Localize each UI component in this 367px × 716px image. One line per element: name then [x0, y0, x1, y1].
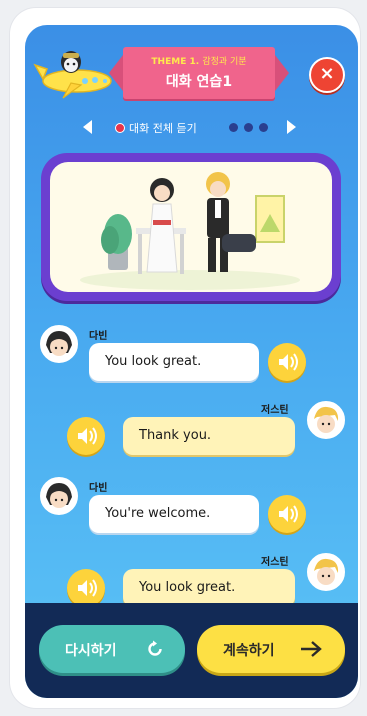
- boy-avatar-icon: [309, 555, 343, 589]
- avatar-dabin: [40, 477, 78, 515]
- sound-button[interactable]: [268, 495, 306, 533]
- chat-bubble: Thank you.: [123, 417, 295, 455]
- arrow-left-icon[interactable]: [83, 120, 92, 134]
- speaker-icon: [78, 579, 97, 597]
- page-dot: [229, 123, 238, 132]
- retry-icon: [148, 640, 162, 656]
- listen-all-label[interactable]: 대화 전체 듣기: [129, 120, 197, 136]
- retry-button[interactable]: 다시하기: [39, 625, 185, 673]
- continue-button[interactable]: 계속하기: [197, 625, 345, 673]
- avatar-justin: [307, 401, 345, 439]
- scene-illustration: [50, 162, 332, 292]
- close-button[interactable]: ×: [309, 57, 345, 93]
- chat-bubble: You're welcome.: [89, 495, 259, 533]
- chat-bubble: You look great.: [123, 569, 295, 607]
- continue-label: 계속하기: [223, 643, 275, 659]
- page-title: 대화 연습1: [165, 74, 233, 90]
- chat-text: Thank you.: [139, 428, 212, 443]
- theme-subtitle: 감정과 기분: [202, 57, 247, 67]
- boy-avatar-icon: [309, 403, 343, 437]
- sound-button[interactable]: [268, 343, 306, 381]
- chat-text: You're welcome.: [105, 506, 211, 521]
- speaker-name: 다빈: [89, 483, 108, 494]
- bottom-action-bar: 다시하기 계속하기: [25, 603, 358, 698]
- avatar-justin: [307, 553, 345, 591]
- arrow-right-icon: [301, 641, 322, 657]
- theme-banner: THEME 1. 감정과 기분 대화 연습1: [109, 47, 289, 99]
- speaker-icon: [78, 427, 97, 445]
- page-dot: [259, 123, 268, 132]
- record-dot-icon: [115, 123, 125, 133]
- chat-bubble: You look great.: [89, 343, 259, 381]
- speaker-name: 저스틴: [261, 405, 289, 416]
- sound-button[interactable]: [67, 569, 105, 607]
- arrow-right-icon[interactable]: [287, 120, 296, 134]
- app-screen: THEME 1. 감정과 기분 대화 연습1 × 대화 전체 듣기 다빈 You…: [25, 25, 358, 698]
- girl-avatar-icon: [42, 327, 76, 361]
- dialogue-nav: 대화 전체 듣기: [25, 117, 358, 137]
- avatar-dabin: [40, 325, 78, 363]
- speaker-name: 저스틴: [261, 557, 289, 568]
- theme-prefix: THEME 1.: [151, 57, 200, 67]
- scene-card: [41, 153, 341, 301]
- chat-text: You look great.: [139, 580, 236, 595]
- page-dot: [244, 123, 253, 132]
- close-icon: ×: [319, 63, 335, 84]
- scene-image: [80, 172, 300, 290]
- retry-label: 다시하기: [65, 643, 117, 659]
- sound-button[interactable]: [67, 417, 105, 455]
- girl-avatar-icon: [42, 479, 76, 513]
- speaker-icon: [279, 505, 298, 523]
- speaker-name: 다빈: [89, 331, 108, 342]
- speaker-icon: [279, 353, 298, 371]
- airplane-mascot-icon: [33, 51, 112, 99]
- chat-text: You look great.: [105, 354, 202, 369]
- theme-label: THEME 1. 감정과 기분: [123, 54, 275, 67]
